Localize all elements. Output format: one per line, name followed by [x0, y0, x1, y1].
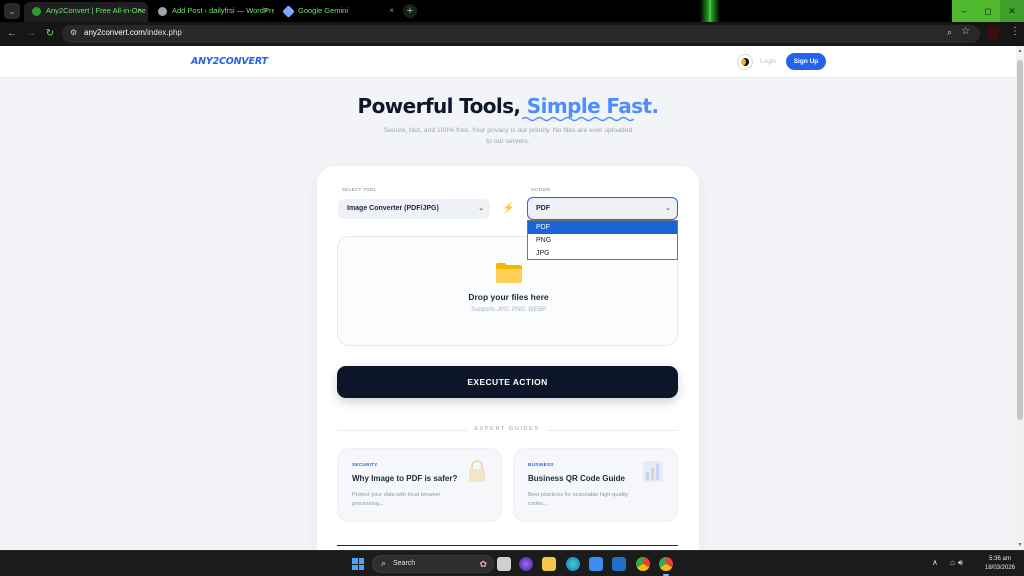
folder-icon	[496, 263, 522, 283]
tool-select[interactable]: Image Converter (PDF/JPG) ⌄	[338, 199, 490, 219]
search-highlight-icon: ✿	[479, 559, 487, 569]
system-clock[interactable]: 5:36 am 18/03/2026	[980, 555, 1020, 573]
gemini-favicon-icon	[282, 5, 295, 18]
any2convert-favicon-icon	[32, 7, 41, 16]
lock-icon	[469, 460, 485, 482]
windows-start-icon[interactable]	[352, 558, 364, 570]
tab-search-icon[interactable]: ⌄	[4, 3, 20, 19]
hero-title-plain: Powerful Tools,	[357, 94, 527, 118]
search-icon: ⌕	[381, 558, 387, 568]
guides-heading: EXPERT GUIDES	[467, 426, 547, 432]
browser-menu-icon[interactable]: ⋮	[1010, 26, 1020, 37]
hero-title-accent: Simple Fast.	[526, 94, 659, 118]
guide-description: Protect your data with local browser pro…	[352, 492, 441, 507]
chevron-down-icon: ⌄	[478, 205, 484, 212]
guide-title: Why Image to PDF is safer?	[352, 474, 458, 483]
scroll-up-icon[interactable]: ▲	[1016, 48, 1024, 54]
theme-toggle-button[interactable]	[737, 54, 753, 70]
site-header: ANY2CONVERT Login Sign Up	[0, 46, 1016, 78]
taskbar-search-placeholder: Search	[393, 560, 416, 567]
action-select[interactable]: PDF ⌄	[527, 197, 678, 220]
address-bar[interactable]: ⚙ any2convert.com/index.php ⌕ ☆	[62, 25, 980, 43]
bar-chart-icon	[643, 461, 663, 482]
address-url[interactable]: any2convert.com/index.php	[84, 28, 182, 37]
moon-icon	[741, 58, 749, 66]
browser-toolbar: ← → ↻ ⚙ any2convert.com/index.php ⌕ ☆	[0, 22, 1024, 46]
close-window-button[interactable]: ✕	[1000, 0, 1024, 22]
tab-wordpress[interactable]: Add Post ‹ dailyfrsi — WordPress ×	[150, 2, 274, 22]
bookmark-star-icon[interactable]: ☆	[961, 26, 970, 37]
signup-button[interactable]: Sign Up	[786, 53, 826, 70]
tool-select-value: Image Converter (PDF/JPG)	[347, 205, 439, 212]
guide-card-business[interactable]: BUSINESS Business QR Code Guide Best pra…	[513, 448, 678, 522]
action-option-png[interactable]: PNG	[528, 234, 677, 247]
tab-any2convert[interactable]: Any2Convert | Free All-in-One ×	[24, 2, 148, 22]
select-tool-label: SELECT TOOL	[342, 187, 377, 192]
chevron-down-icon: ⌄	[665, 205, 671, 212]
guide-description: Best practices for scannable high-qualit…	[528, 492, 629, 507]
reload-icon[interactable]: ↻	[43, 27, 57, 41]
extension-icon[interactable]	[987, 26, 999, 40]
site-info-icon[interactable]: ⚙	[70, 28, 77, 37]
new-tab-button[interactable]: +	[403, 4, 417, 18]
wordpress-favicon-icon	[158, 7, 167, 16]
clock-time: 5:36 am	[989, 556, 1011, 562]
action-option-pdf[interactable]: PDF	[528, 221, 677, 234]
hero-subtitle: Secure, fast, and 100% free. Your privac…	[383, 127, 633, 145]
close-tab-icon[interactable]: ×	[137, 2, 142, 20]
windows-taskbar: ⌕ Search ✿ ∧ ⌂🔊︎ 5:36 am 18/03/2026	[0, 550, 1024, 576]
guide-tag: BUSINESS	[528, 462, 554, 467]
browser-tab-bar: ⌄ Any2Convert | Free All-in-One × Add Po…	[0, 0, 1024, 48]
tray-overflow-icon[interactable]: ∧	[932, 558, 938, 567]
action-option-jpg[interactable]: JPG	[528, 247, 677, 260]
guide-card-security[interactable]: SECURITY Why Image to PDF is safer? Prot…	[337, 448, 502, 522]
page-scrollbar[interactable]: ▲ ▼	[1016, 46, 1024, 550]
site-logo[interactable]: ANY2CONVERT	[191, 56, 268, 67]
outlook-icon[interactable]	[612, 557, 626, 571]
chrome-icon[interactable]	[636, 557, 650, 571]
scrollbar-thumb[interactable]	[1017, 60, 1023, 420]
back-arrow-icon[interactable]: ←	[5, 27, 19, 41]
scroll-down-icon[interactable]: ▼	[1016, 542, 1024, 548]
minimize-button[interactable]: –	[952, 0, 976, 22]
squiggle-underline	[522, 116, 634, 122]
file-explorer-icon[interactable]	[542, 557, 556, 571]
zoom-icon[interactable]: ⌕	[947, 27, 952, 38]
copilot-icon[interactable]	[519, 557, 533, 571]
microsoft-store-icon[interactable]	[589, 557, 603, 571]
taskbar-search[interactable]: ⌕ Search ✿	[372, 555, 494, 573]
task-view-icon[interactable]	[497, 557, 511, 571]
tab-title: Any2Convert | Free All-in-One	[46, 6, 146, 15]
close-tab-icon[interactable]: ×	[263, 2, 268, 20]
drop-zone-subtitle: Supports JPG, PNG, WEBP	[471, 307, 546, 313]
maximize-button[interactable]: ◻	[976, 0, 1000, 22]
window-controls: – ◻ ✕	[952, 0, 1024, 22]
forward-arrow-icon[interactable]: →	[24, 27, 38, 41]
tab-title: Add Post ‹ dailyfrsi — WordPress	[172, 6, 274, 15]
hero-title: Powerful Tools, Simple Fast.	[0, 94, 1016, 118]
execute-action-button[interactable]: EXECUTE ACTION	[337, 366, 678, 398]
guide-title: Business QR Code Guide	[528, 474, 625, 483]
action-dropdown-list: PDF PNG JPG	[527, 220, 678, 260]
action-label: ACTION	[531, 187, 551, 192]
edge-browser-icon[interactable]	[566, 557, 580, 571]
lightning-bolt-icon: ⚡	[502, 203, 515, 214]
guide-tag: SECURITY	[352, 462, 378, 467]
clock-date: 18/03/2026	[984, 565, 1016, 571]
web-page: ANY2CONVERT Login Sign Up Powerful Tools…	[0, 46, 1016, 550]
card-bottom-divider	[337, 545, 678, 546]
tab-gemini[interactable]: Google Gemini ×	[276, 2, 400, 22]
close-tab-icon[interactable]: ×	[389, 2, 394, 20]
login-link[interactable]: Login	[760, 58, 776, 65]
tab-title: Google Gemini	[298, 6, 349, 15]
drop-zone-title: Drop your files here	[468, 292, 549, 302]
chrome-active-icon[interactable]	[659, 557, 673, 576]
action-select-value: PDF	[536, 205, 550, 212]
tray-network-volume-icons[interactable]: ⌂🔊︎	[950, 558, 966, 568]
